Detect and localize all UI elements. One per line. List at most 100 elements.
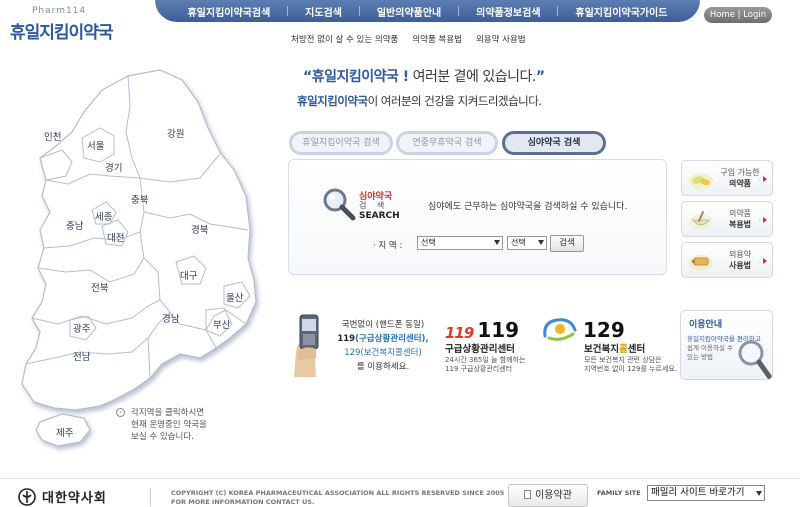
dosage-guide-button[interactable]: 의약품 복용법 [681,201,773,237]
search-button[interactable]: 검색 [550,235,584,252]
triangle-right-icon [763,217,767,223]
nav-holiday-pharmacy-search[interactable]: 휴일지킴이약국검색 [187,4,270,19]
usage-guide-banner[interactable]: 이용안내 휴일지킴이약국을 편리하고 쉽게 이용하실 수 있는 방법 [680,310,773,380]
logo-title: 휴일지킴이약국 [10,23,113,43]
nav-separator [458,6,460,16]
tab-holiday-pharmacy-search[interactable]: 휴일지킴이약국 검색 [289,131,393,155]
footer-separator [150,488,151,506]
open-quote: “ [303,69,312,85]
korea-map-shape [21,69,257,447]
document-icon [524,490,532,499]
region-daegu[interactable]: 대구 [180,268,197,282]
side-button-label: 구입 가능한 의약품 [714,167,766,189]
nav-map-search[interactable]: 지도검색 [305,4,342,19]
tab-night-pharmacy-search[interactable]: 심야약국 검색 [502,131,606,155]
region-jeju[interactable]: 제주 [56,425,73,439]
home-login-button[interactable]: Home | Login [704,7,772,23]
side-button-line2: 사용법 [728,261,752,270]
province-select[interactable]: 선택 [417,236,503,250]
magnifier-icon [323,188,356,221]
terms-label: 이용약관 [535,490,572,501]
slogan-subline: 휴일지킴이약국이 여러분의 건강을 지켜드리겠습니다. [297,93,542,109]
copyright-line: COPYRIGHT (C) KOREA PHARMACEUTICAL ASSOC… [171,489,505,497]
map-hint: › 각지역을 클릭하시면 현재 운영중인 약국을 보실 수 있습니다. [116,407,238,443]
site-logo[interactable]: Pharm114 휴일지킴이약국 [8,6,118,43]
side-button-line2: 복용법 [728,220,752,229]
subnav-dosage-guide[interactable]: 의약품 복용법 [412,33,462,45]
phone-info-119-desc: (구급상황관리센터), [355,334,429,344]
top-navigation: 휴일지킴이약국검색 지도검색 일반의약품안내 의약품정보검색 휴일지킴이약국가이… [155,0,700,22]
emergency-phone-info: 국번없이 (핸드폰 동일) 119(구급상황관리센터), 129(보건복지콜센터… [328,318,438,374]
map-hint-line: 각지역을 클릭하시면 [131,408,205,418]
nav-pharmacy-guide[interactable]: 휴일지킴이약국가이드 [575,4,667,19]
hand-phone-icon [294,314,319,377]
contact-line[interactable]: FOR MORE INFORMATION CONTACT US. [171,498,314,506]
welfare-129-number: 129 [583,318,625,342]
region-incheon[interactable]: 인천 [44,129,61,143]
triangle-right-icon [763,258,767,264]
slogan-sub-rest: 이 여러분의 건강을 지켜드리겠습니다. [367,94,542,108]
emergency-119-logo: 119 119 [445,318,519,342]
region-field-label: · 지 역 : [373,241,403,251]
region-daejeon[interactable]: 대전 [107,230,124,244]
tab-yearround-pharmacy-search[interactable]: 연중무휴약국 검색 [396,131,498,155]
nav-separator [287,6,289,16]
otc-drugs-button[interactable]: 구입 가능한 의약품 [681,160,773,196]
phone-info-119: 119 [337,334,356,344]
nav-otc-guide[interactable]: 일반의약품안내 [377,4,441,19]
pills-icon [689,173,713,189]
phone-info-line2: 119(구급상황관리센터), [328,332,438,346]
welfare-129-title: 보건복지콜센터 [584,341,645,355]
district-select-value: 선택 [511,238,526,247]
map-hint-line: 보실 수 있습니다. [131,432,194,442]
ointment-icon [689,255,713,271]
region-gwangju[interactable]: 광주 [73,321,90,335]
map-hint-line: 현재 운영중인 약국을 [131,420,207,430]
kpa-name: 대한약사회 [42,491,107,506]
region-chungnam[interactable]: 충남 [66,218,83,232]
kpa-logo[interactable]: 대한약사회 [18,487,107,506]
region-sejong[interactable]: 세종 [95,209,112,223]
triangle-right-icon [763,176,767,182]
welfare-129-emblem-icon [543,318,577,341]
chevron-down-icon [494,240,500,245]
region-jeonnam[interactable]: 전남 [73,349,90,363]
region-ulsan[interactable]: 울산 [226,290,243,304]
phone-info-line4: 를 이용하세요. [356,362,410,372]
region-gyeongbuk[interactable]: 경북 [191,222,208,236]
side-button-label: 외용약 사용법 [714,249,766,271]
family-site-select[interactable]: 패밀리 사이트 바로가기 [647,485,765,501]
nav-separator [557,6,559,16]
search-label-en: SEARCH [359,211,400,221]
phone-info-line1: 국번없이 (핸드폰 동일) [341,320,425,330]
side-button-line2: 의약품 [728,179,752,188]
emergency-119-desc: 119 구급상황관리센터 [445,365,513,373]
magnifier-icon [738,340,772,379]
external-use-guide-button[interactable]: 외용약 사용법 [681,242,773,278]
terms-button[interactable]: 이용약관 [508,484,588,507]
region-busan[interactable]: 부산 [213,317,230,331]
province-select-value: 선택 [421,238,436,247]
subnav-otc-drugs[interactable]: 처방전 없이 살 수 있는 의약품 [291,33,398,45]
nav-drug-info-search[interactable]: 의약품정보검색 [476,4,540,19]
region-gangwon[interactable]: 강원 [167,126,184,140]
logo-subtitle: Pharm114 [32,6,87,16]
subnav-external-use-guide[interactable]: 외용약 사용법 [476,33,526,45]
district-select[interactable]: 선택 [507,236,547,250]
region-gyeonggi[interactable]: 경기 [105,160,122,174]
footer-divider [0,478,800,479]
region-jeonbuk[interactable]: 전북 [91,280,108,294]
slogan-sub-highlight: 휴일지킴이약국 [297,94,368,108]
region-seoul[interactable]: 서울 [87,138,104,152]
family-site-label: FAMILY SITE [597,489,641,497]
usage-guide-line: 있는 방법 [687,353,713,361]
nav-separator [358,6,360,16]
chevron-down-icon [538,240,544,245]
emergency-119-number: 119 [477,318,520,342]
region-chungbuk[interactable]: 충북 [131,192,148,206]
usage-guide-title: 이용안내 [689,320,723,330]
welfare-129-desc: 지역번호 없이 129를 누르세요. [584,365,678,373]
slogan-rest: 여러분 곁에 있습니다. [408,69,537,85]
region-gyeongnam[interactable]: 경남 [162,311,179,325]
chevron-down-icon [756,491,762,496]
